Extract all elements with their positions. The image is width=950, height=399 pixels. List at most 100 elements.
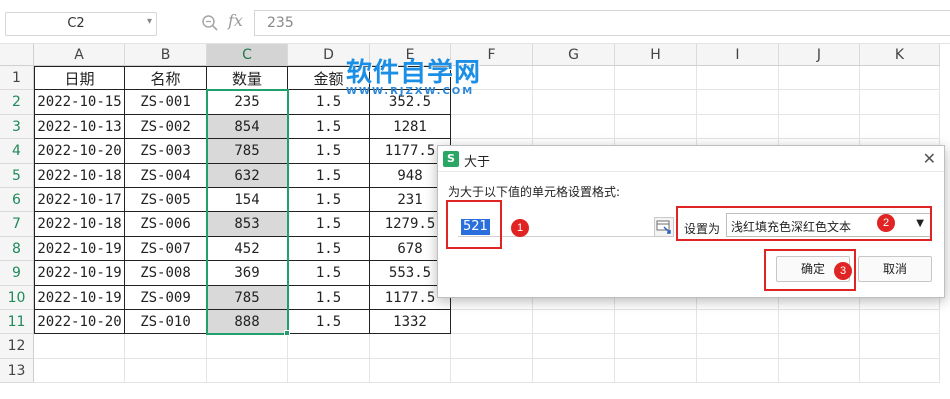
column-header-b[interactable]: B: [125, 44, 207, 66]
cell[interactable]: [697, 90, 779, 115]
cell[interactable]: [779, 358, 860, 384]
cell[interactable]: [451, 114, 533, 140]
close-icon[interactable]: ✕: [923, 149, 936, 168]
cell[interactable]: 1.5: [288, 188, 370, 213]
column-header-a[interactable]: A: [34, 44, 125, 66]
cell[interactable]: ZS-010: [125, 310, 207, 335]
row-header-3[interactable]: 3: [0, 114, 34, 140]
name-box[interactable]: C2 ▾: [5, 12, 157, 36]
cell[interactable]: ZS-008: [125, 261, 207, 286]
cell[interactable]: ZS-007: [125, 236, 207, 262]
cell[interactable]: [34, 334, 125, 359]
cancel-button[interactable]: 取消: [858, 256, 932, 282]
cell[interactable]: [125, 358, 207, 384]
cell[interactable]: ZS-001: [125, 90, 207, 115]
cell[interactable]: [697, 310, 779, 335]
cell[interactable]: [860, 66, 940, 91]
cell[interactable]: 1.5: [288, 310, 370, 335]
cell[interactable]: 2022-10-18: [34, 163, 125, 188]
cell[interactable]: [860, 114, 940, 140]
cell[interactable]: [288, 334, 370, 359]
cell[interactable]: [207, 358, 288, 384]
row-header-9[interactable]: 9: [0, 261, 34, 286]
cell[interactable]: 1.5: [288, 236, 370, 262]
header-cell[interactable]: 数量: [207, 66, 288, 91]
cell[interactable]: [207, 334, 288, 359]
cell[interactable]: [779, 334, 860, 359]
column-header-g[interactable]: G: [533, 44, 615, 66]
cell[interactable]: 235: [207, 90, 288, 115]
row-header-11[interactable]: 11: [0, 310, 34, 335]
cell[interactable]: 1.5: [288, 261, 370, 286]
cell[interactable]: 1.5: [288, 212, 370, 237]
cell[interactable]: [779, 66, 860, 91]
formula-input[interactable]: 235: [254, 10, 950, 36]
cell[interactable]: 854: [207, 114, 288, 140]
row-header-5[interactable]: 5: [0, 163, 34, 188]
cell[interactable]: 785: [207, 285, 288, 310]
row-header-7[interactable]: 7: [0, 212, 34, 237]
cell[interactable]: [451, 358, 533, 384]
row-header-12[interactable]: 12: [0, 334, 34, 359]
cell[interactable]: [860, 310, 940, 335]
cell[interactable]: ZS-005: [125, 188, 207, 213]
cell[interactable]: 1.5: [288, 139, 370, 164]
cell[interactable]: 2022-10-19: [34, 236, 125, 262]
cell[interactable]: 785: [207, 139, 288, 164]
fill-handle[interactable]: [284, 330, 290, 337]
cell[interactable]: 632: [207, 163, 288, 188]
cell[interactable]: [533, 310, 615, 335]
cell[interactable]: [615, 114, 697, 140]
cell[interactable]: [533, 114, 615, 140]
cell[interactable]: 369: [207, 261, 288, 286]
cell[interactable]: [533, 66, 615, 91]
cell[interactable]: 1.5: [288, 285, 370, 310]
cell[interactable]: [125, 334, 207, 359]
row-header-10[interactable]: 10: [0, 285, 34, 310]
cell[interactable]: 154: [207, 188, 288, 213]
row-header-2[interactable]: 2: [0, 90, 34, 115]
cell[interactable]: ZS-004: [125, 163, 207, 188]
cell[interactable]: ZS-006: [125, 212, 207, 237]
cell[interactable]: [860, 90, 940, 115]
column-header-k[interactable]: K: [860, 44, 940, 66]
cell[interactable]: 2022-10-20: [34, 139, 125, 164]
cell[interactable]: [779, 310, 860, 335]
header-cell[interactable]: 日期: [34, 66, 125, 91]
cell[interactable]: [34, 358, 125, 384]
cell[interactable]: [533, 90, 615, 115]
cell[interactable]: [533, 334, 615, 359]
cell[interactable]: [615, 66, 697, 91]
cell[interactable]: 1.5: [288, 163, 370, 188]
cell[interactable]: 888: [207, 310, 288, 335]
cell[interactable]: [615, 310, 697, 335]
header-cell[interactable]: 名称: [125, 66, 207, 91]
cell[interactable]: [779, 90, 860, 115]
cell[interactable]: [697, 66, 779, 91]
cell[interactable]: [451, 310, 533, 335]
cell[interactable]: [615, 334, 697, 359]
cell[interactable]: 2022-10-18: [34, 212, 125, 237]
column-header-j[interactable]: J: [779, 44, 860, 66]
cell[interactable]: [779, 114, 860, 140]
cell[interactable]: [370, 358, 451, 384]
cell[interactable]: 2022-10-15: [34, 90, 125, 115]
range-select-button[interactable]: [654, 217, 674, 237]
row-header-1[interactable]: 1: [0, 66, 34, 91]
cell[interactable]: [288, 358, 370, 384]
cell[interactable]: [451, 334, 533, 359]
cell[interactable]: [370, 334, 451, 359]
select-all-corner[interactable]: [0, 44, 34, 66]
cell[interactable]: [615, 358, 697, 384]
cell[interactable]: 853: [207, 212, 288, 237]
cell[interactable]: 2022-10-13: [34, 114, 125, 140]
cell[interactable]: [697, 114, 779, 140]
cell[interactable]: 2022-10-20: [34, 310, 125, 335]
column-header-h[interactable]: H: [615, 44, 697, 66]
cell[interactable]: 1332: [370, 310, 451, 335]
row-header-4[interactable]: 4: [0, 139, 34, 164]
row-header-8[interactable]: 8: [0, 236, 34, 262]
cell[interactable]: ZS-002: [125, 114, 207, 140]
cell[interactable]: 452: [207, 236, 288, 262]
cell[interactable]: [860, 358, 940, 384]
